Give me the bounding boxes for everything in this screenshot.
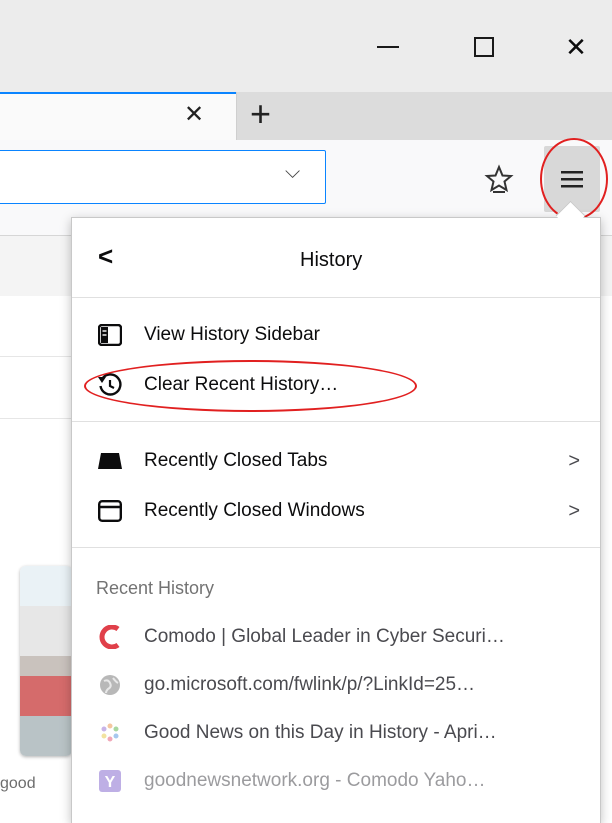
tab-active[interactable]: ✕ (0, 92, 236, 140)
view-history-sidebar-label: View History Sidebar (144, 324, 321, 345)
page-divider (0, 356, 72, 357)
recently-closed-windows-label: Recently Closed Windows (144, 500, 365, 521)
tab-separator (236, 92, 237, 140)
chevron-right-icon: > (568, 500, 580, 522)
title-bar (0, 0, 612, 92)
history-entry-label: Good News on this Day in History - Apri… (144, 722, 497, 743)
globe-icon (96, 671, 124, 699)
close-window-button[interactable]: ✕ (546, 22, 606, 72)
history-entry[interactable]: go.microsoft.com/fwlink/p/?LinkId=25… (72, 662, 600, 708)
closed-windows-icon (96, 497, 124, 525)
history-entry[interactable]: Comodo | Global Leader in Cyber Securi… (72, 614, 600, 660)
chevron-right-icon: > (568, 450, 580, 472)
back-button[interactable]: < (98, 241, 113, 272)
url-bar[interactable]: ⌵ (0, 150, 326, 204)
history-entry-label: goodnewsnetwork.org - Comodo Yaho… (144, 770, 486, 791)
closed-tabs-icon (96, 447, 124, 475)
recent-history-header: Recent History (96, 578, 215, 598)
chevron-down-icon[interactable]: ⌵ (285, 161, 300, 184)
view-history-sidebar-item[interactable]: View History Sidebar (72, 312, 600, 358)
bookmark-star-button[interactable] (484, 164, 514, 194)
history-entry[interactable]: Y goodnewsnetwork.org - Comodo Yaho… (72, 758, 600, 804)
panel-title: History (300, 249, 363, 271)
tab-close-icon[interactable]: ✕ (184, 100, 204, 129)
new-tab-button[interactable]: + (250, 92, 271, 136)
star-icon (484, 164, 514, 193)
minimize-icon (377, 46, 399, 48)
history-entry-label: Comodo | Global Leader in Cyber Securi… (144, 626, 505, 647)
yahoo-icon: Y (96, 767, 124, 795)
history-entry[interactable]: Good News on this Day in History - Apri… (72, 710, 600, 756)
recently-closed-windows-item[interactable]: Recently Closed Windows > (72, 488, 600, 534)
page-divider (0, 418, 72, 419)
panel-separator (72, 297, 600, 298)
recently-closed-tabs-item[interactable]: Recently Closed Tabs > (72, 438, 600, 484)
history-entry-label: go.microsoft.com/fwlink/p/?LinkId=25… (144, 674, 476, 695)
svg-text:Y: Y (105, 774, 116, 791)
goodnews-icon (96, 719, 124, 747)
panel-separator (72, 547, 600, 548)
maximize-icon (474, 37, 494, 57)
recently-closed-tabs-label: Recently Closed Tabs (144, 450, 328, 471)
maximize-button[interactable] (454, 22, 514, 72)
thumbnail-image[interactable] (20, 566, 72, 756)
thumbnail-label[interactable]: good (0, 775, 36, 793)
minimize-button[interactable] (358, 22, 418, 72)
sidebar-icon (96, 321, 124, 349)
close-icon: ✕ (565, 31, 587, 62)
annotation-circle-clear-history (84, 360, 417, 412)
comodo-icon (96, 623, 124, 651)
panel-separator (72, 421, 600, 422)
